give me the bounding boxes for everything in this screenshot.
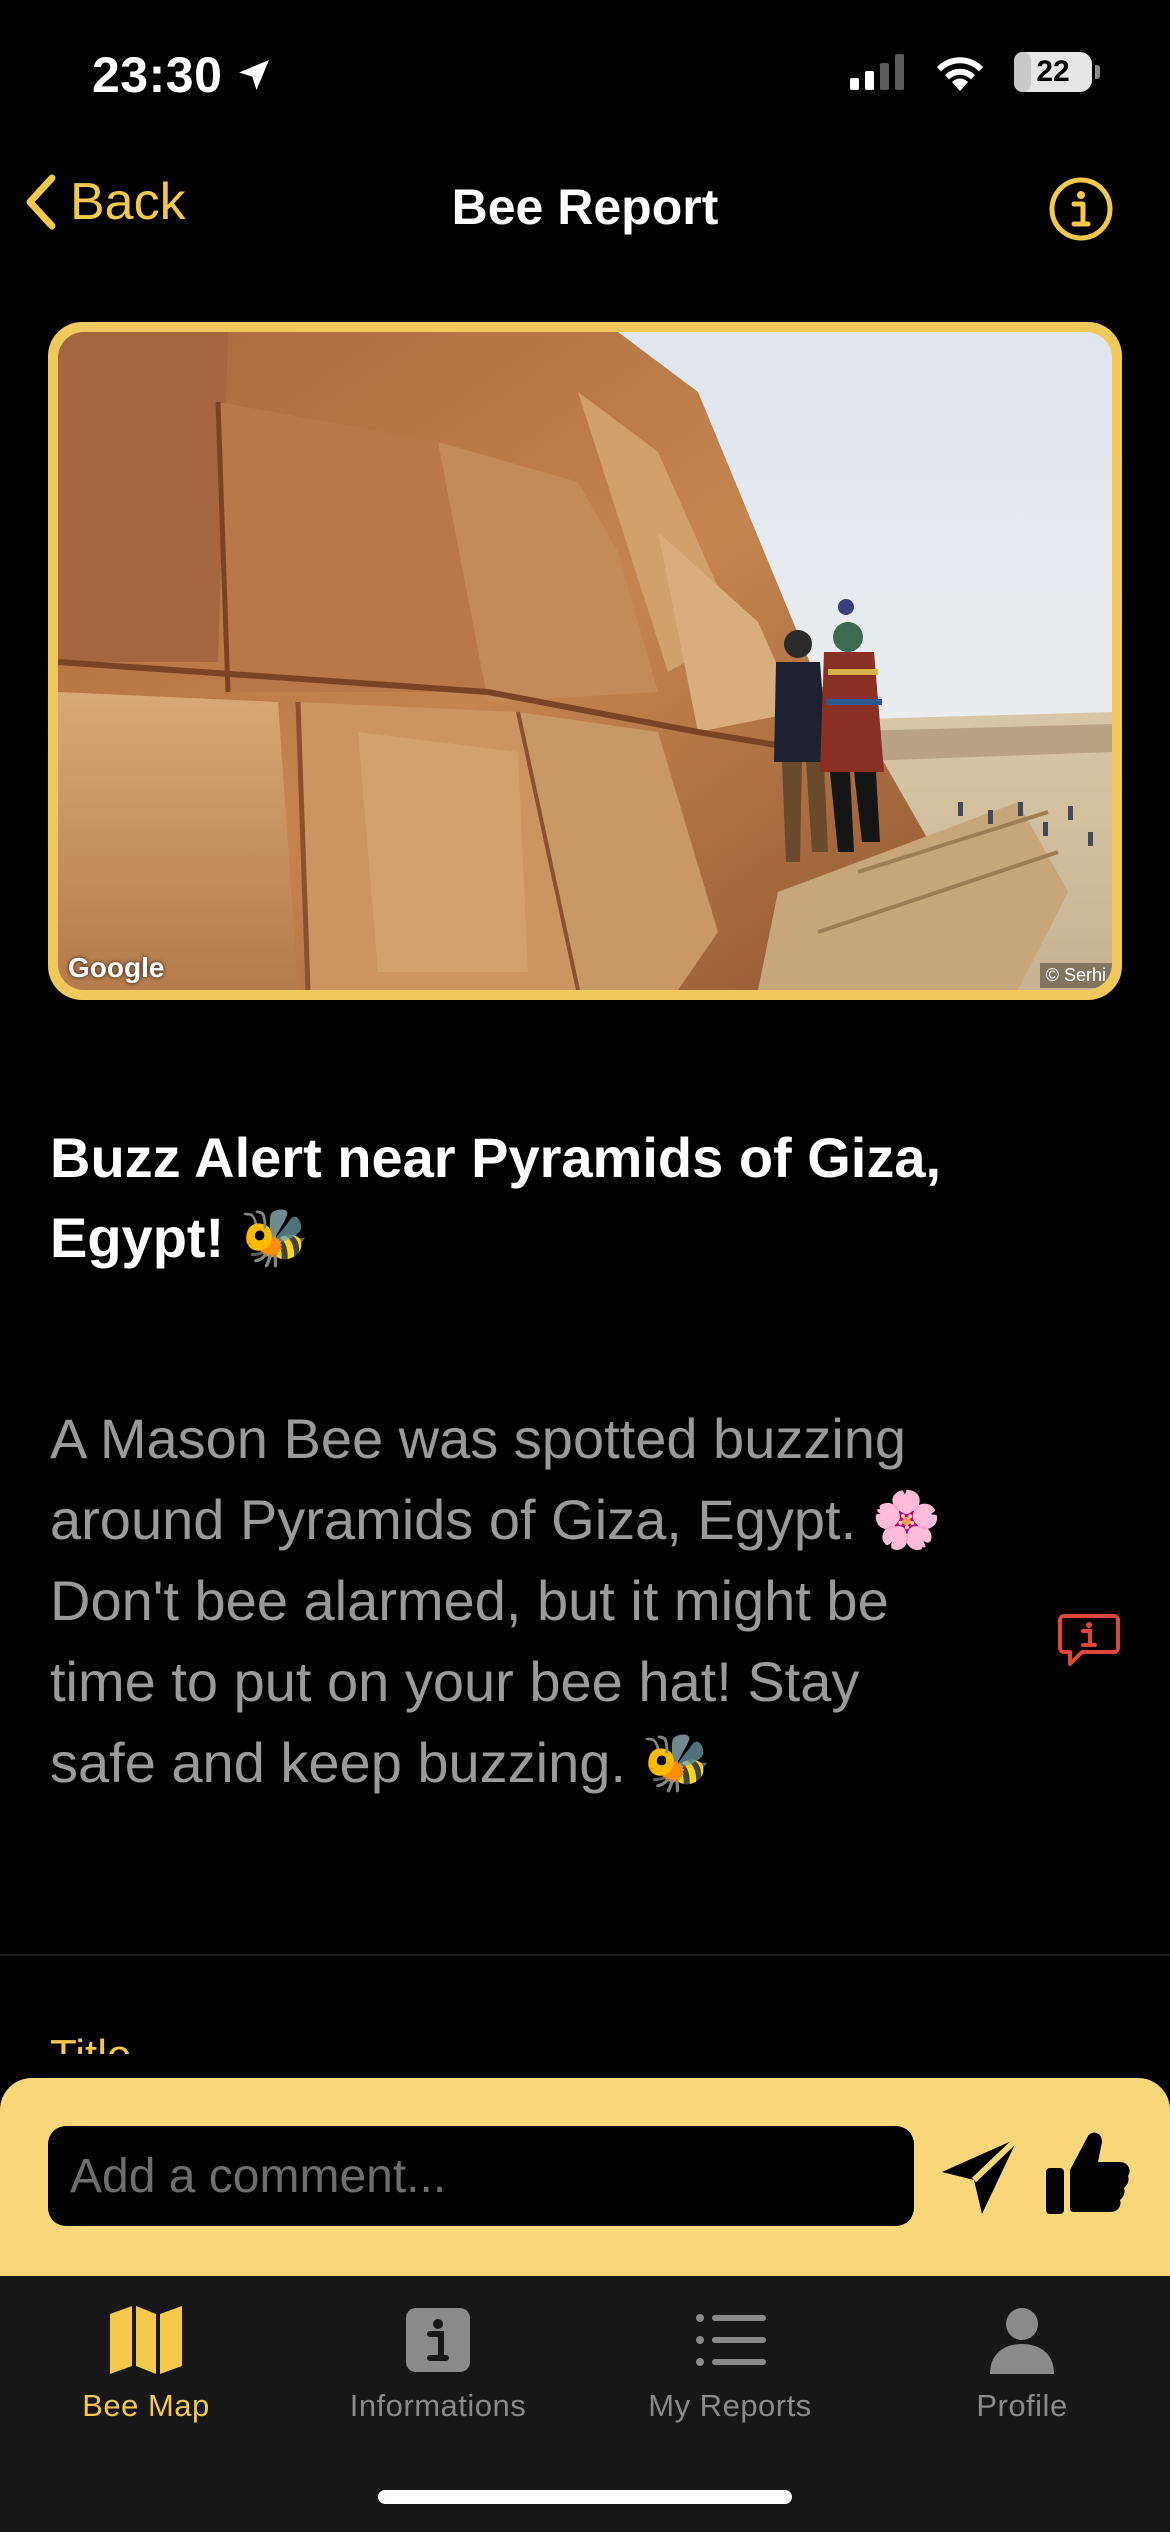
tab-profile[interactable]: Profile (876, 2300, 1168, 2424)
status-time: 23:30 (92, 46, 274, 104)
status-bar: 23:30 22 (0, 0, 1170, 150)
page-title: Bee Report (451, 179, 719, 235)
pyramid-photo (58, 332, 1112, 990)
next-section-label: Title (50, 2028, 132, 2054)
info-circle-icon[interactable] (1048, 176, 1114, 242)
tab-informations[interactable]: Informations (292, 2300, 584, 2424)
home-indicator (378, 2490, 792, 2504)
wifi-icon (937, 57, 983, 91)
info-square-icon (406, 2308, 470, 2372)
location-arrow-icon (239, 60, 270, 90)
section-divider (0, 1954, 1170, 1956)
map-icon (110, 2306, 182, 2374)
comment-input[interactable] (48, 2126, 914, 2226)
street-view-frame: Google © Serhi (48, 322, 1122, 1000)
google-watermark: Google (68, 952, 165, 983)
send-icon[interactable] (938, 2134, 1022, 2218)
comment-bar (0, 2078, 1170, 2276)
report-title: Buzz Alert near Pyramids of Giza, Egypt!… (50, 1126, 942, 1269)
tab-label: Informations (349, 2388, 527, 2423)
tab-label: My Reports (648, 2388, 812, 2423)
battery-indicator: 22 (1014, 52, 1100, 92)
tab-label: Bee Map (82, 2388, 210, 2423)
cellular-signal-icon (850, 54, 904, 90)
photo-copyright: © Serhi (1039, 963, 1112, 988)
report-flag-icon[interactable] (1058, 1612, 1120, 1668)
battery-fill (1014, 52, 1032, 92)
report-description: A Mason Bee was spotted buzzing around P… (50, 1407, 942, 1794)
list-icon (696, 2314, 766, 2366)
status-time-text: 23:30 (92, 47, 223, 103)
street-view-image[interactable]: Google © Serhi (58, 332, 1112, 990)
person-icon (990, 2308, 1054, 2374)
tab-my-reports[interactable]: My Reports (584, 2300, 876, 2424)
thumbs-up-icon[interactable] (1044, 2128, 1130, 2218)
navigation-bar: Back Bee Report (0, 150, 1170, 265)
battery-nub (1095, 65, 1100, 79)
tab-label: Profile (976, 2388, 1068, 2423)
tab-bee-map[interactable]: Bee Map (0, 2300, 292, 2424)
battery-level: 22 (1036, 55, 1070, 88)
status-indicators: 22 (850, 52, 1100, 92)
